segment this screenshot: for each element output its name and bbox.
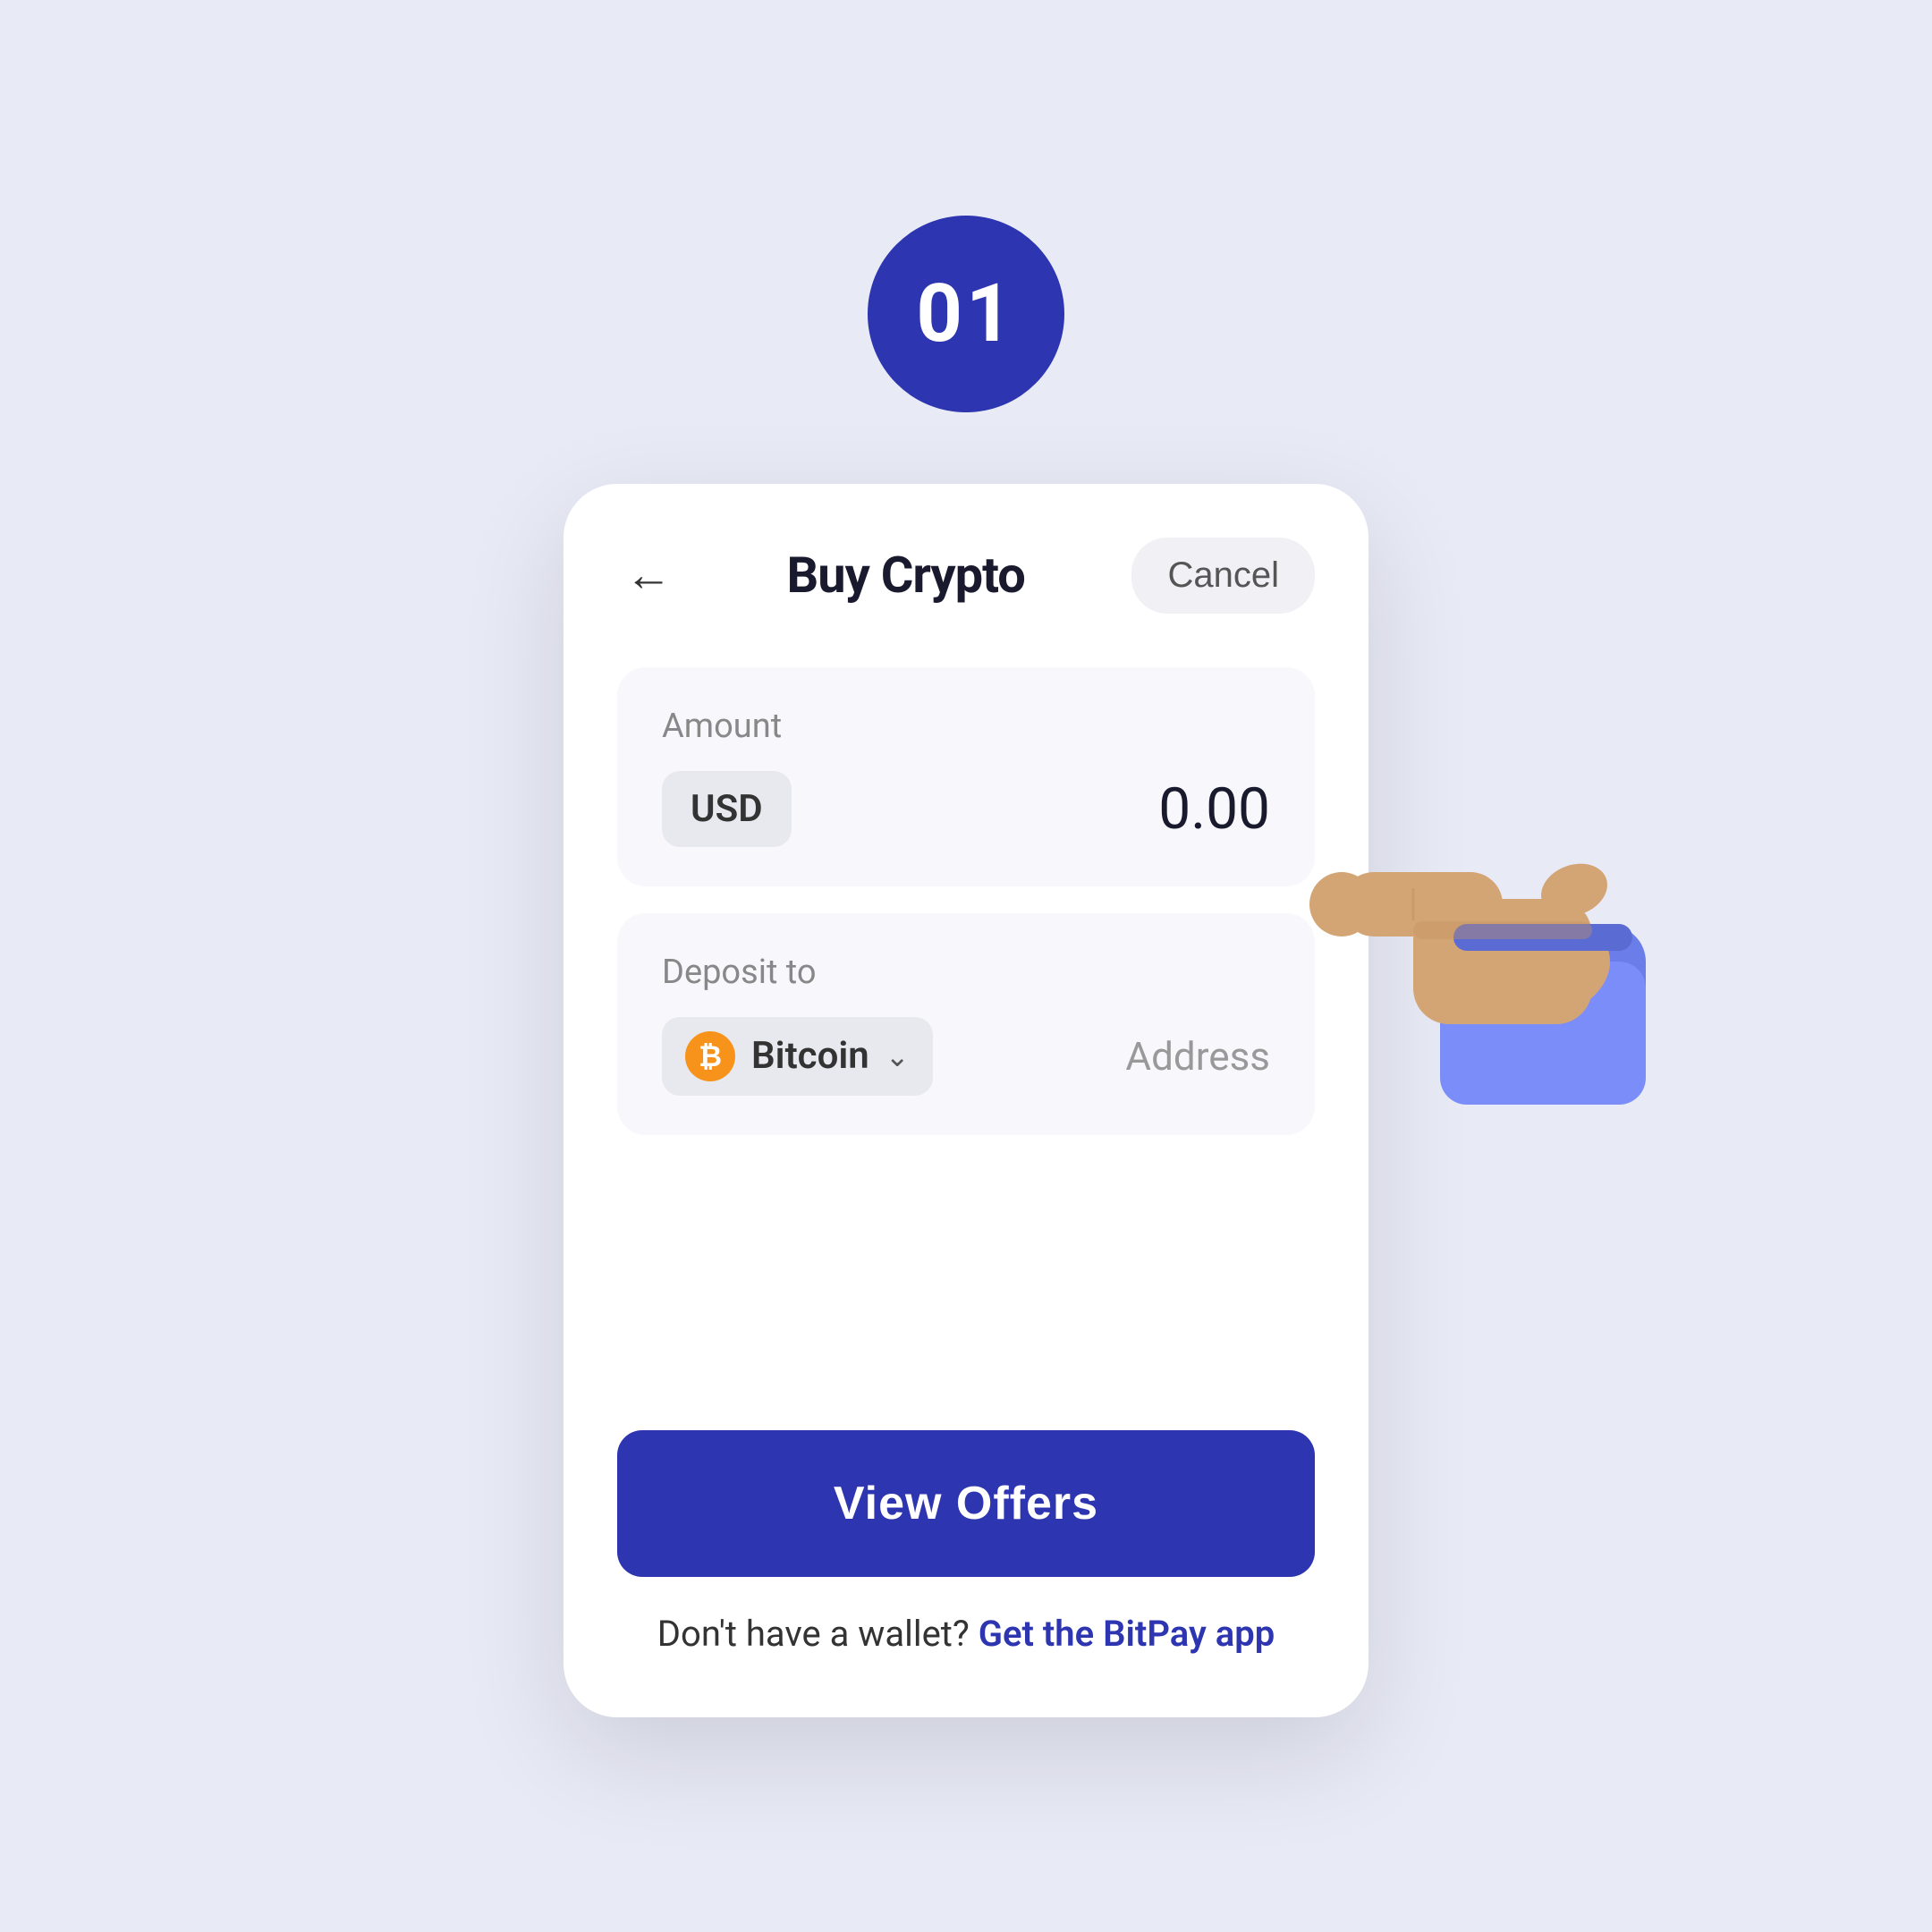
amount-section: Amount USD 0.00: [617, 667, 1315, 886]
bitcoin-icon: ₿: [685, 1031, 735, 1081]
page-wrapper: 01 ← Buy Crypto Cancel Amount USD 0.00: [0, 0, 1932, 1932]
amount-value[interactable]: 0.00: [1158, 775, 1270, 843]
phone-header: ← Buy Crypto Cancel: [617, 538, 1315, 614]
back-button[interactable]: ←: [617, 544, 680, 606]
crypto-selector[interactable]: ₿ Bitcoin ⌄: [662, 1017, 933, 1096]
wallet-prompt-text: Don't have a wallet?: [657, 1613, 970, 1655]
phone-card: ← Buy Crypto Cancel Amount USD 0.00 Depo…: [564, 484, 1368, 1717]
deposit-section: Deposit to ₿ Bitcoin ⌄ Address: [617, 913, 1315, 1135]
phone-container: ← Buy Crypto Cancel Amount USD 0.00 Depo…: [564, 484, 1368, 1717]
bitcoin-label: Bitcoin: [751, 1034, 869, 1078]
wallet-prompt-row: Don't have a wallet? Get the BitPay app: [617, 1613, 1315, 1655]
amount-label: Amount: [662, 707, 1270, 746]
chevron-down-icon: ⌄: [886, 1039, 910, 1073]
currency-badge[interactable]: USD: [662, 771, 792, 847]
deposit-label: Deposit to: [662, 953, 1270, 992]
content-spacer: [617, 1162, 1315, 1430]
back-arrow-icon: ←: [625, 552, 672, 598]
view-offers-button[interactable]: View Offers: [617, 1430, 1315, 1577]
step-number: 01: [916, 267, 1015, 360]
deposit-row: ₿ Bitcoin ⌄ Address: [662, 1017, 1270, 1096]
page-title: Buy Crypto: [787, 546, 1025, 605]
cancel-button[interactable]: Cancel: [1131, 538, 1315, 614]
amount-row: USD 0.00: [662, 771, 1270, 847]
bitcoin-symbol: ₿: [699, 1039, 722, 1073]
wallet-link[interactable]: Get the BitPay app: [979, 1613, 1275, 1655]
step-badge: 01: [868, 216, 1064, 412]
address-placeholder[interactable]: Address: [1125, 1033, 1270, 1080]
